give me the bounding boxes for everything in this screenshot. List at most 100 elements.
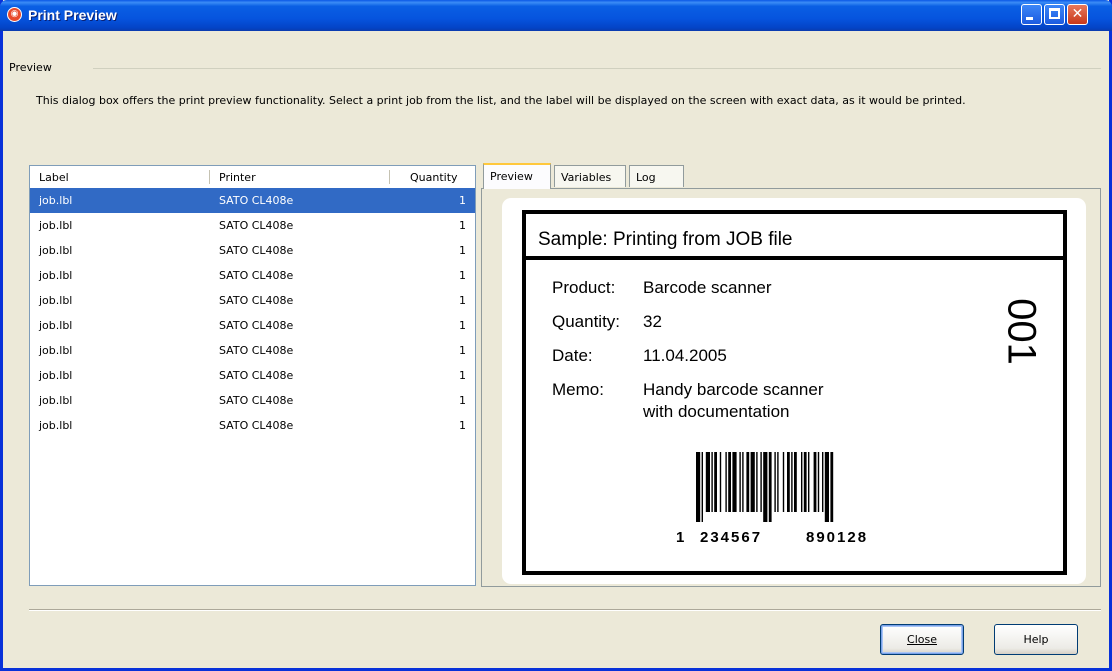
cell-label: job.lbl [39, 219, 73, 232]
cell-printer: SATO CL408e [219, 394, 294, 407]
barcode-bar [696, 452, 701, 522]
cell-quantity: 1 [459, 294, 466, 307]
barcode-graphic [696, 452, 834, 522]
table-row[interactable]: job.lbl SATO CL408e 1 [30, 213, 475, 238]
barcode-bar [719, 452, 722, 512]
minimize-button[interactable] [1021, 4, 1042, 25]
barcode-right-digits: 890128 [806, 529, 869, 546]
label-preview-page: Sample: Printing from JOB file Product: … [502, 198, 1086, 584]
cell-printer: SATO CL408e [219, 344, 294, 357]
barcode-bar [801, 452, 803, 512]
barcode-bar [791, 452, 793, 512]
cell-printer: SATO CL408e [219, 244, 294, 257]
cell-label: job.lbl [39, 244, 73, 257]
close-button-label: Close [907, 633, 937, 646]
field-value-quantity: 32 [643, 312, 662, 331]
cell-label: job.lbl [39, 319, 73, 332]
barcode-bar [732, 452, 737, 512]
tab-preview[interactable]: Preview [483, 163, 551, 189]
table-row[interactable]: job.lbl SATO CL408e 1 [30, 338, 475, 363]
table-row[interactable]: job.lbl SATO CL408e 1 [30, 188, 475, 213]
cell-quantity: 1 [459, 319, 466, 332]
barcode-bar [808, 452, 810, 512]
table-row[interactable]: job.lbl SATO CL408e 1 [30, 388, 475, 413]
barcode-bar [705, 452, 710, 512]
cell-quantity: 1 [459, 394, 466, 407]
table-row[interactable]: job.lbl SATO CL408e 1 [30, 363, 475, 388]
help-button[interactable]: Help [994, 624, 1078, 655]
cell-label: job.lbl [39, 369, 73, 382]
title-bar[interactable]: ◉ Print Preview ✕ [0, 0, 1112, 31]
preview-tabs: Preview Variables Log Sample: Printing f… [481, 163, 1101, 587]
field-name-memo: Memo: [552, 380, 604, 399]
barcode-bar [830, 452, 834, 522]
column-separator[interactable] [209, 170, 210, 184]
barcode-bar [725, 452, 727, 512]
field-value-memo-line2: with documentation [643, 402, 790, 421]
barcode-bar [763, 452, 768, 522]
close-window-button[interactable]: ✕ [1067, 4, 1088, 25]
barcode-bar [774, 452, 776, 512]
cell-printer: SATO CL408e [219, 319, 294, 332]
field-value-date: 11.04.2005 [643, 346, 727, 365]
barcode-bar [787, 452, 790, 512]
window-title: Print Preview [28, 7, 117, 23]
barcode-bar [756, 452, 758, 512]
cell-label: job.lbl [39, 294, 73, 307]
cell-quantity: 1 [459, 344, 466, 357]
barcode-bar [739, 452, 741, 512]
cell-quantity: 1 [459, 219, 466, 232]
job-list[interactable]: Label Printer Quantity job.lbl SATO CL408… [29, 165, 476, 586]
column-header-quantity[interactable]: Quantity [410, 171, 458, 184]
barcode-bar [714, 452, 717, 512]
label-heading: Sample: Printing from JOB file [526, 214, 1063, 260]
barcode-lead-digit: 1 [676, 529, 687, 546]
minimize-icon [1026, 17, 1033, 20]
cell-quantity: 1 [459, 194, 466, 207]
cell-printer: SATO CL408e [219, 194, 294, 207]
cell-label: job.lbl [39, 344, 73, 357]
barcode-bar [746, 452, 750, 512]
cell-label: job.lbl [39, 419, 73, 432]
close-button[interactable]: Close [880, 624, 964, 655]
barcode-bar [760, 452, 762, 512]
column-header-label[interactable]: Label [39, 171, 69, 184]
footer-divider [29, 609, 1101, 611]
tab-variables[interactable]: Variables [554, 165, 626, 187]
barcode-bar [824, 452, 829, 522]
label-frame: Sample: Printing from JOB file Product: … [522, 210, 1067, 575]
maximize-button[interactable] [1044, 4, 1065, 25]
barcode-bar [711, 452, 713, 512]
column-header-printer[interactable]: Printer [219, 171, 256, 184]
maximize-icon [1049, 8, 1060, 19]
tab-log[interactable]: Log [629, 165, 684, 187]
cell-printer: SATO CL408e [219, 419, 294, 432]
field-value-memo: Handy barcode scanner [643, 380, 824, 399]
barcode-bar [701, 452, 703, 522]
table-row[interactable]: job.lbl SATO CL408e 1 [30, 413, 475, 438]
barcode-bar [782, 452, 785, 512]
close-icon: ✕ [1071, 6, 1084, 22]
barcode-bar [813, 452, 817, 512]
cell-quantity: 1 [459, 369, 466, 382]
app-logo-icon: ◉ [7, 7, 22, 22]
table-row[interactable]: job.lbl SATO CL408e 1 [30, 238, 475, 263]
barcode-bar [822, 452, 824, 512]
cell-label: job.lbl [39, 194, 73, 207]
barcode-bar [803, 452, 807, 512]
cell-label: job.lbl [39, 269, 73, 282]
barcode-bar [777, 452, 779, 512]
cell-quantity: 1 [459, 244, 466, 257]
field-name-date: Date: [552, 346, 593, 365]
barcode-bar [750, 452, 755, 512]
cell-printer: SATO CL408e [219, 294, 294, 307]
group-divider [93, 68, 1101, 69]
column-separator[interactable] [389, 170, 390, 184]
barcode-bar [817, 452, 820, 512]
group-title: Preview [9, 61, 52, 74]
barcode-bar [742, 452, 744, 512]
table-row[interactable]: job.lbl SATO CL408e 1 [30, 313, 475, 338]
barcode-left-digits: 234567 [700, 529, 763, 546]
table-row[interactable]: job.lbl SATO CL408e 1 [30, 263, 475, 288]
table-row[interactable]: job.lbl SATO CL408e 1 [30, 288, 475, 313]
